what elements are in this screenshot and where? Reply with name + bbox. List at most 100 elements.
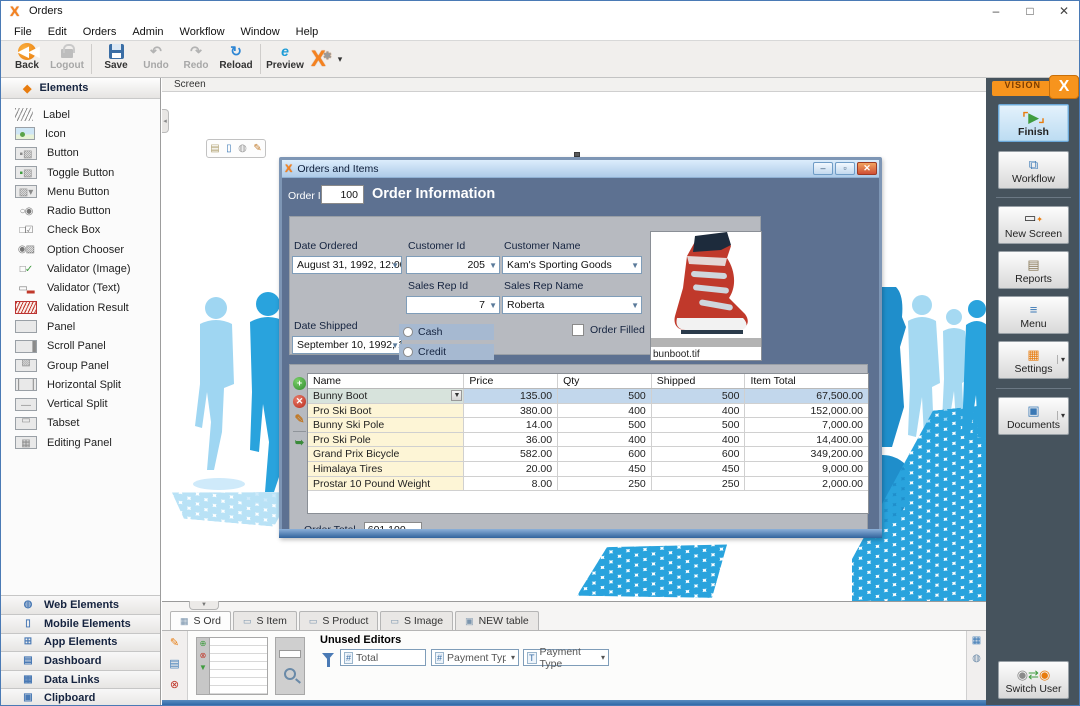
elements-header[interactable]: ◆ Elements — [1, 78, 160, 99]
table-row[interactable]: Bunny Ski Pole 14.00 500 500 7,000.00 — [308, 418, 868, 433]
mobile-preview-icon[interactable]: ▯ — [226, 143, 232, 154]
element-validator-text[interactable]: ▭▂Validator (Text) — [1, 279, 160, 298]
element-vertical-split[interactable]: —Vertical Split — [1, 394, 160, 413]
minimize-button[interactable]: – — [979, 1, 1013, 23]
dialog-restore-button[interactable]: ▫ — [835, 162, 855, 175]
workflow-button[interactable]: ⧉ Workflow — [998, 151, 1069, 189]
date-shipped-combo[interactable]: September 10, 1992, 1▼ — [292, 336, 402, 354]
sales-rep-name-combo[interactable]: Roberta▼ — [502, 296, 642, 314]
remove-icon[interactable]: ⊗ — [170, 678, 179, 691]
element-check-box[interactable]: □☑Check Box — [1, 221, 160, 240]
table-row[interactable]: Pro Ski Boot 380.00 400 400 152,000.00 — [308, 404, 868, 419]
back-button[interactable]: ◀◀ Back — [7, 41, 47, 77]
insert-row-icon[interactable]: ➥ — [293, 437, 306, 450]
col-header-item-total[interactable]: Item Total — [745, 374, 868, 388]
element-editing-panel[interactable]: ▦Editing Panel — [1, 433, 160, 452]
delete-row-icon[interactable]: ✕ — [293, 395, 306, 408]
element-button[interactable]: ▪▨Button — [1, 144, 160, 163]
maximize-button[interactable]: □ — [1013, 1, 1047, 23]
element-icon[interactable]: Icon — [1, 124, 160, 143]
search-editor-thumbnail[interactable] — [275, 637, 305, 695]
customer-name-combo[interactable]: Kam's Sporting Goods▼ — [502, 256, 642, 274]
preview-button[interactable]: e Preview — [265, 41, 305, 77]
table-row[interactable]: Bunny Boot▼ 135.00 500 500 67,500.00 — [308, 389, 868, 404]
dialog-bottom-frame[interactable] — [279, 529, 882, 538]
tab-s-product[interactable]: ▭S Product — [299, 611, 379, 630]
menu-help[interactable]: Help — [288, 25, 327, 39]
finish-button[interactable]: ⌜▶⌟ Finish — [998, 104, 1069, 142]
cash-radio[interactable]: Cash — [399, 324, 494, 340]
menu-window[interactable]: Window — [233, 25, 288, 39]
logout-button[interactable]: Logout — [47, 41, 87, 77]
customer-id-combo[interactable]: 205▼ — [406, 256, 500, 274]
menu-edit[interactable]: Edit — [40, 25, 75, 39]
sales-rep-id-combo[interactable]: 7▼ — [406, 296, 500, 314]
editor-chip-payment-type-id[interactable]: # Payment Type Id ▾ — [431, 649, 519, 666]
menu-button[interactable]: ≡ Menu — [998, 296, 1069, 334]
edit-row-icon[interactable]: ✎ — [293, 413, 306, 426]
section-mobile-elements[interactable]: ▯Mobile Elements — [1, 614, 160, 633]
switch-user-button[interactable]: ◉⇄◉ Switch User — [998, 661, 1069, 699]
sidebar-collapse-handle[interactable]: ◂ — [162, 109, 169, 133]
screen-tab[interactable]: Screen — [174, 79, 206, 90]
element-radio-button[interactable]: ○◉Radio Button — [1, 201, 160, 220]
section-clipboard[interactable]: ▣Clipboard — [1, 688, 160, 706]
element-option-chooser[interactable]: ◉▨Option Chooser — [1, 240, 160, 259]
menu-orders[interactable]: Orders — [75, 25, 125, 39]
undo-button[interactable]: ↶ Undo — [136, 41, 176, 77]
credit-radio[interactable]: Credit — [399, 344, 494, 360]
menu-file[interactable]: File — [6, 25, 40, 39]
globe-icon[interactable]: ◍ — [972, 653, 981, 664]
element-tabset[interactable]: ▭Tabset — [1, 414, 160, 433]
element-label[interactable]: Label — [1, 105, 160, 124]
tab-s-item[interactable]: ▭S Item — [233, 611, 297, 630]
new-screen-button[interactable]: ▭✦ New Screen — [998, 206, 1069, 244]
notebook-icon[interactable]: ▤ — [169, 657, 179, 670]
tab-new-table[interactable]: ▣NEW table — [455, 611, 539, 630]
filter-funnel-icon[interactable] — [322, 653, 334, 660]
element-toggle-button[interactable]: ▪▨Toggle Button — [1, 163, 160, 182]
close-button[interactable]: ✕ — [1047, 1, 1080, 23]
element-panel[interactable]: Panel — [1, 317, 160, 336]
order-filled-checkbox[interactable]: Order Filled — [572, 324, 645, 336]
section-app-elements[interactable]: ⊞App Elements — [1, 633, 160, 652]
reload-button[interactable]: ↻ Reload — [216, 41, 256, 77]
editor-chip-payment-type[interactable]: T Payment Type ▾ — [523, 649, 609, 666]
table-editor-thumbnail[interactable]: ⊕⊗▼ — [196, 637, 268, 695]
table-row[interactable]: Prostar 10 Pound Weight 8.00 250 250 2,0… — [308, 477, 868, 492]
save-button[interactable]: Save — [96, 41, 136, 77]
col-header-shipped[interactable]: Shipped — [652, 374, 746, 388]
toolbar-dropdown-caret[interactable]: ▾ — [332, 54, 349, 65]
dialog-minimize-button[interactable]: – — [813, 162, 833, 175]
col-header-name[interactable]: Name — [308, 374, 464, 388]
redo-button[interactable]: ↷ Redo — [176, 41, 216, 77]
menu-admin[interactable]: Admin — [124, 25, 171, 39]
element-validator-image[interactable]: □✓Validator (Image) — [1, 259, 160, 278]
reports-button[interactable]: ▤ Reports — [998, 251, 1069, 289]
element-horizontal-split[interactable]: ▏▕Horizontal Split — [1, 375, 160, 394]
col-header-qty[interactable]: Qty — [558, 374, 652, 388]
x-brand-button[interactable]: X✱ — [305, 41, 332, 77]
col-header-price[interactable]: Price — [464, 374, 558, 388]
edit-pencil-icon[interactable]: ✎ — [253, 143, 261, 154]
cell-dropdown-icon[interactable]: ▼ — [451, 390, 462, 401]
table-row[interactable]: Grand Prix Bicycle 582.00 600 600 349,20… — [308, 447, 868, 462]
table-row[interactable]: Himalaya Tires 20.00 450 450 9,000.00 — [308, 462, 868, 477]
order-id-input[interactable] — [321, 185, 364, 204]
design-canvas[interactable]: ◂ — [162, 92, 986, 601]
tab-s-image[interactable]: ▭S Image — [380, 611, 453, 630]
element-menu-button[interactable]: ▨▾Menu Button — [1, 182, 160, 201]
grid-icon[interactable]: ▦ — [972, 635, 981, 646]
element-validation-result[interactable]: Validation Result — [1, 298, 160, 317]
documents-button[interactable]: ▣ Documents — [998, 397, 1069, 435]
editor-chip-total[interactable]: # Total — [340, 649, 426, 666]
element-group-panel[interactable]: ▨Group Panel — [1, 356, 160, 375]
edit-pencil-icon[interactable]: ✎ — [170, 636, 179, 649]
table-row[interactable]: Pro Ski Pole 36.00 400 400 14,400.00 — [308, 433, 868, 448]
panel-collapse-handle[interactable]: ▼ — [189, 601, 219, 610]
vision-x-logo-icon[interactable]: X — [1049, 75, 1079, 99]
section-web-elements[interactable]: ◍Web Elements — [1, 595, 160, 614]
menu-workflow[interactable]: Workflow — [172, 25, 233, 39]
web-preview-icon[interactable]: ◍ — [238, 143, 247, 154]
tab-s-ord[interactable]: ▦S Ord — [170, 611, 231, 630]
